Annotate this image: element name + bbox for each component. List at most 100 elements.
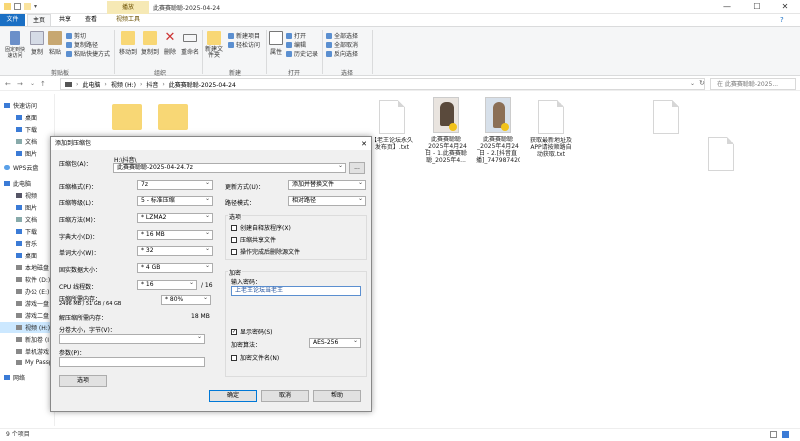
ok-button[interactable]: 确定	[209, 390, 257, 402]
nav-item-documents-pc[interactable]: 文档	[16, 215, 37, 224]
checkbox-box[interactable]	[231, 354, 237, 361]
nav-item-this-pc[interactable]: 此电脑	[4, 179, 31, 188]
archive-name-combo[interactable]: 此赛赛聪聪-2025-04-24.7z	[113, 162, 346, 173]
large-icons-view-icon[interactable]	[782, 431, 789, 438]
copy-button[interactable]: 复制	[29, 31, 45, 56]
select-all-button[interactable]: 全部选择	[326, 31, 358, 40]
split-combo[interactable]	[59, 333, 205, 344]
mem-select[interactable]: * 80%	[161, 294, 211, 305]
pin-quick-access-button[interactable]: 固定到快速访问	[3, 31, 27, 59]
nav-item-drive-game2[interactable]: 游戏二盘	[16, 311, 49, 320]
password-input[interactable]: 上老王论坛当老王	[231, 286, 361, 296]
nav-item-music[interactable]: 音乐	[16, 239, 37, 248]
close-button[interactable]: ✕	[770, 2, 800, 12]
nav-item-drive-game1[interactable]: 游戏一盘	[16, 299, 49, 308]
breadcrumb-this-pc[interactable]: 此电脑	[82, 80, 100, 89]
copy-to-button[interactable]: 复制到	[140, 31, 160, 56]
shared-checkbox[interactable]: 压缩共享文件	[231, 235, 276, 244]
up-arrow-icon[interactable]: ↑	[40, 80, 46, 88]
browse-button[interactable]: ...	[349, 162, 365, 174]
rename-button[interactable]: 重命名	[180, 31, 200, 56]
tab-home[interactable]: 主页	[27, 14, 51, 26]
checkbox-box[interactable]: ✓	[231, 328, 237, 335]
copy-path-button[interactable]: 复制路径	[66, 40, 98, 49]
tab-file[interactable]: 文件	[0, 14, 25, 26]
paste-button[interactable]: 粘贴	[47, 31, 63, 56]
edit-button[interactable]: 编辑	[286, 40, 306, 49]
cut-button[interactable]: 剪切	[66, 31, 86, 40]
nav-item-wps-cloud[interactable]: WPS云盘	[4, 163, 38, 172]
dict-select[interactable]: * 16 MB	[137, 229, 213, 240]
folder-icon[interactable]	[4, 3, 11, 10]
history-button[interactable]: 历史记录	[286, 49, 318, 58]
encrypt-names-checkbox[interactable]: 加密文件名(N)	[231, 353, 279, 362]
new-folder-button[interactable]: 新建文件夹	[205, 31, 223, 59]
properties-icon[interactable]	[14, 3, 21, 10]
move-to-button[interactable]: 移动到	[118, 31, 138, 56]
nav-item-drive-e[interactable]: 办公 (E:)	[16, 287, 49, 296]
nav-item-documents[interactable]: 文档	[16, 137, 37, 146]
checkbox-box[interactable]	[231, 236, 237, 243]
file-item-txt-2[interactable]: 获取最新地址及APP请按顺路自动获取.txt	[529, 100, 573, 165]
tab-view[interactable]: 查看	[79, 14, 103, 26]
properties-button[interactable]: 属性	[268, 31, 284, 56]
nav-item-network[interactable]: 网络	[4, 373, 25, 382]
open-button[interactable]: 打开	[286, 31, 306, 40]
nav-item-videos[interactable]: 视频	[16, 191, 37, 200]
tab-video-tools[interactable]: 视频工具	[107, 14, 149, 26]
word-select[interactable]: * 32	[137, 245, 213, 256]
delete-button[interactable]: ✕ 删除	[162, 31, 178, 57]
file-item-video-2[interactable]: 此赛赛聪聪_2025年4月24日 - 2.[抖音直播]_7479874206..…	[476, 97, 520, 164]
nav-item-quick-access[interactable]: 快速访问	[4, 101, 37, 110]
file-item-video-1[interactable]: 此赛赛聪聪_2025年4月24日 - 1.此赛赛聪聪_2025年4...	[424, 97, 468, 164]
chevron-down-icon[interactable]: ⌄	[690, 80, 695, 87]
maximize-button[interactable]: ☐	[742, 2, 772, 12]
delete-source-checkbox[interactable]: 操作完成后删除源文件	[231, 247, 300, 256]
context-tab-play[interactable]: 播放	[107, 1, 149, 14]
folder-item[interactable]	[158, 104, 188, 130]
nav-item-downloads[interactable]: 下载	[16, 125, 37, 134]
nav-item-downloads-pc[interactable]: 下载	[16, 227, 37, 236]
format-select[interactable]: 7z	[137, 179, 213, 190]
breadcrumb-douyin[interactable]: 抖音	[146, 80, 158, 89]
sfx-checkbox[interactable]: 创建自释放程序(X)	[231, 223, 291, 232]
dropdown-icon[interactable]: ▾	[34, 3, 39, 10]
cpu-select[interactable]: * 16	[137, 279, 197, 290]
back-arrow-icon[interactable]: ←	[5, 80, 11, 88]
solid-select[interactable]: * 4 GB	[137, 262, 213, 273]
invert-selection-button[interactable]: 反向选择	[326, 49, 358, 58]
nav-item-drive-h[interactable]: 视频 (H:)	[0, 322, 54, 333]
chevron-down-icon[interactable]: ⌄	[30, 80, 35, 87]
options-button[interactable]: 选项	[59, 375, 107, 387]
level-select[interactable]: 5 - 标准压缩	[137, 195, 213, 206]
refresh-icon[interactable]: ↻	[699, 79, 705, 87]
checkbox-box[interactable]	[231, 224, 237, 231]
method-select[interactable]: * LZMA2	[137, 212, 213, 223]
folder-item[interactable]	[112, 104, 142, 130]
breadcrumb-current-folder[interactable]: 此赛赛聪聪-2025-04-24	[169, 80, 236, 89]
select-none-button[interactable]: 全部取消	[326, 40, 358, 49]
path-select[interactable]: 相对路径	[288, 195, 366, 206]
help-icon[interactable]: ?	[780, 16, 784, 24]
file-icon[interactable]	[708, 137, 734, 171]
help-button[interactable]: 帮助	[313, 390, 361, 402]
checkbox-box[interactable]	[231, 248, 237, 255]
nav-item-single-games[interactable]: 单机游戏	[16, 347, 49, 356]
new-folder-icon[interactable]	[24, 3, 31, 10]
params-input[interactable]	[59, 357, 205, 367]
nav-item-desktop[interactable]: 桌面	[16, 113, 37, 122]
file-item-txt[interactable]: 【老王论坛永久发布页】.txt	[370, 100, 414, 151]
tab-share[interactable]: 共享	[53, 14, 77, 26]
search-input[interactable]: 在 此赛赛聪聪-2025...	[710, 78, 796, 90]
nav-item-my-passport[interactable]: My Passp	[16, 359, 53, 366]
file-icon[interactable]	[653, 100, 679, 134]
nav-item-drive-d[interactable]: 软件 (D:)	[16, 275, 50, 284]
breadcrumb-drive-h[interactable]: 视频 (H:)	[111, 80, 136, 89]
nav-item-drive-i[interactable]: 新加卷 (I	[16, 335, 49, 344]
minimize-button[interactable]: —	[712, 2, 742, 12]
paste-shortcut-button[interactable]: 粘贴快捷方式	[66, 49, 110, 58]
nav-item-local-disk[interactable]: 本地磁盘	[16, 263, 49, 272]
nav-item-pictures[interactable]: 图片	[16, 149, 37, 158]
forward-arrow-icon[interactable]: →	[17, 80, 23, 88]
nav-item-desktop-pc[interactable]: 桌面	[16, 251, 37, 260]
